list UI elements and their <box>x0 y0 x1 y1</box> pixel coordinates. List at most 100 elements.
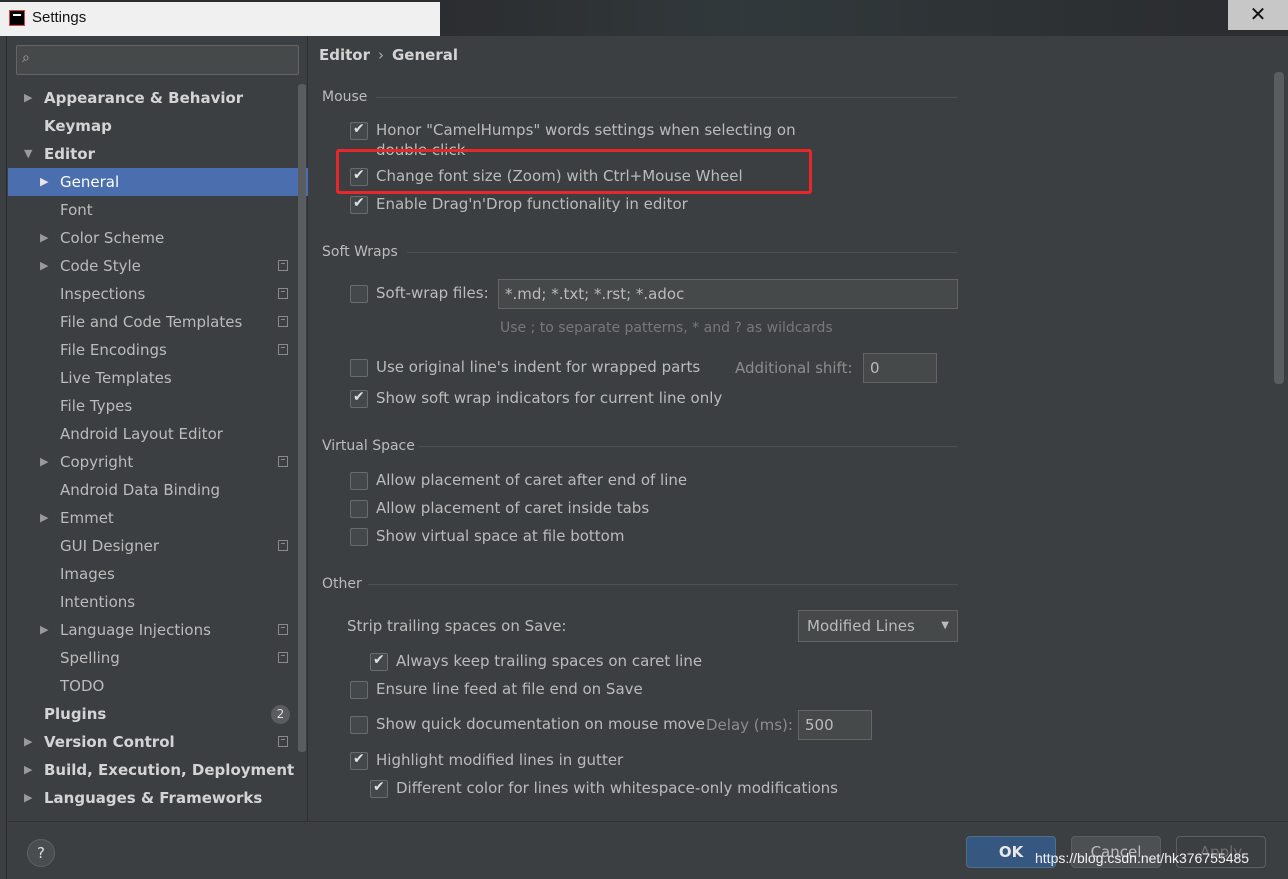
caret-inside-tabs-checkbox[interactable] <box>350 500 368 518</box>
sidebar-item-intentions[interactable]: Intentions <box>8 588 308 616</box>
sidebar-item-label: Android Layout Editor <box>60 425 223 443</box>
sidebar-item-todo[interactable]: TODO <box>8 672 308 700</box>
quick-doc-checkbox[interactable] <box>350 716 368 734</box>
sidebar-item-build-execution-deployment[interactable]: ▶ Build, Execution, Deployment <box>8 756 308 784</box>
help-button[interactable]: ? <box>27 839 55 867</box>
sidebar-item-label: Images <box>60 565 115 583</box>
sidebar-item-code-style[interactable]: ▶ Code Style <box>8 252 308 280</box>
additional-shift-input[interactable]: 0 <box>863 353 937 383</box>
sidebar-item-plugins[interactable]: Plugins 2 <box>8 700 308 728</box>
expand-right-icon[interactable]: ▶ <box>24 784 32 812</box>
caret-after-end-checkbox[interactable] <box>350 472 368 490</box>
sidebar-item-label: Live Templates <box>60 369 172 387</box>
breadcrumb: Editor › General <box>319 46 458 64</box>
sidebar-item-label: Keymap <box>44 117 112 135</box>
quick-doc-label: Show quick documentation on mouse move <box>376 715 705 733</box>
sidebar-item-general[interactable]: ▶ General <box>8 168 308 196</box>
section-divider <box>376 97 958 98</box>
keep-trailing-label: Always keep trailing spaces on caret lin… <box>396 652 703 670</box>
sidebar-item-label: Build, Execution, Deployment <box>44 761 295 779</box>
sidebar-item-android-layout-editor[interactable]: Android Layout Editor <box>8 420 308 448</box>
virtual-space-bottom-label: Show virtual space at file bottom <box>376 527 625 545</box>
project-scope-icon <box>278 736 288 747</box>
expand-right-icon[interactable]: ▶ <box>40 448 48 476</box>
virtual-space-bottom-checkbox[interactable] <box>350 528 368 546</box>
project-scope-icon <box>278 316 288 327</box>
sidebar-item-label: Font <box>60 201 93 219</box>
sidebar-item-emmet[interactable]: ▶ Emmet <box>8 504 308 532</box>
line-feed-checkbox[interactable] <box>350 681 368 699</box>
strip-trailing-label: Strip trailing spaces on Save: <box>347 617 567 635</box>
original-indent-label: Use original line's indent for wrapped p… <box>376 358 701 376</box>
whitespace-color-checkbox[interactable] <box>370 779 388 798</box>
expand-right-icon[interactable]: ▶ <box>24 84 32 112</box>
honor-camelhumps-label: Honor "CamelHumps" words settings when s… <box>376 121 796 139</box>
breadcrumb-parent[interactable]: Editor <box>319 46 370 64</box>
sidebar-scrollbar[interactable] <box>298 84 306 752</box>
section-title-virtual-space: Virtual Space <box>322 438 415 454</box>
expand-right-icon[interactable]: ▶ <box>40 168 48 196</box>
sidebar-item-label: Emmet <box>60 509 114 527</box>
sidebar-item-font[interactable]: Font <box>8 196 308 224</box>
titlebar-background-deco <box>440 0 1200 36</box>
honor-camelhumps-checkbox[interactable] <box>350 121 368 140</box>
drag-drop-label: Enable Drag'n'Drop functionality in edit… <box>376 195 688 213</box>
project-scope-icon <box>278 260 288 271</box>
main-scrollbar[interactable] <box>1274 72 1284 384</box>
sidebar-item-copyright[interactable]: ▶ Copyright <box>8 448 308 476</box>
project-scope-icon <box>278 652 288 663</box>
delay-input[interactable]: 500 <box>798 710 872 740</box>
settings-search-input[interactable]: ⌕ <box>16 45 299 75</box>
sidebar-item-label: Copyright <box>60 453 134 471</box>
sidebar-item-color-scheme[interactable]: ▶ Color Scheme <box>8 224 308 252</box>
delay-label: Delay (ms): <box>706 716 793 734</box>
sidebar-item-editor[interactable]: ▼ Editor <box>8 140 308 168</box>
breadcrumb-current: General <box>392 46 458 64</box>
soft-wrap-indicators-checkbox[interactable] <box>350 389 368 408</box>
expand-right-icon[interactable]: ▶ <box>24 756 32 784</box>
sidebar-item-languages-frameworks[interactable]: ▶ Languages & Frameworks <box>8 784 308 812</box>
sidebar-item-gui-designer[interactable]: GUI Designer <box>8 532 308 560</box>
highlight-modified-checkbox[interactable] <box>350 751 368 770</box>
sidebar-item-images[interactable]: Images <box>8 560 308 588</box>
sidebar-item-label: File Types <box>60 397 133 415</box>
sidebar-item-appearance-behavior[interactable]: ▶ Appearance & Behavior <box>8 84 308 112</box>
expand-down-icon[interactable]: ▼ <box>24 140 32 168</box>
keep-trailing-checkbox[interactable] <box>370 652 388 671</box>
strip-trailing-select[interactable]: Modified Lines ▼ <box>798 610 958 642</box>
original-indent-checkbox[interactable] <box>350 359 368 377</box>
sidebar-item-spelling[interactable]: Spelling <box>8 644 308 672</box>
soft-wrap-indicators-label: Show soft wrap indicators for current li… <box>376 389 723 407</box>
sidebar-item-version-control[interactable]: ▶ Version Control <box>8 728 308 756</box>
expand-right-icon[interactable]: ▶ <box>40 224 48 252</box>
window-title: Settings <box>32 9 87 26</box>
sidebar-item-file-encodings[interactable]: File Encodings <box>8 336 308 364</box>
section-title-mouse: Mouse <box>322 89 368 105</box>
soft-wrap-patterns-input[interactable]: *.md; *.txt; *.rst; *.adoc <box>498 279 958 309</box>
sidebar-item-file-types[interactable]: File Types <box>8 392 308 420</box>
drag-drop-checkbox[interactable] <box>350 195 368 214</box>
sidebar-item-keymap[interactable]: Keymap <box>8 112 308 140</box>
sidebar-item-label: Appearance & Behavior <box>44 89 244 107</box>
additional-shift-label: Additional shift: <box>735 359 853 377</box>
window-titlebar: Settings ✕ <box>0 0 1288 36</box>
expand-right-icon[interactable]: ▶ <box>40 504 48 532</box>
sidebar-item-live-templates[interactable]: Live Templates <box>8 364 308 392</box>
sidebar-item-label: Code Style <box>60 257 141 275</box>
project-scope-icon <box>278 288 288 299</box>
expand-right-icon[interactable]: ▶ <box>40 616 48 644</box>
watermark-text: https://blog.csdn.net/hk376755485 <box>1035 850 1250 866</box>
sidebar-item-android-data-binding[interactable]: Android Data Binding <box>8 476 308 504</box>
section-title-soft-wraps: Soft Wraps <box>322 244 398 260</box>
sidebar-item-file-and-code-templates[interactable]: File and Code Templates <box>8 308 308 336</box>
close-window-button[interactable]: ✕ <box>1228 0 1288 30</box>
soft-wrap-files-checkbox[interactable] <box>350 285 368 303</box>
project-scope-icon <box>278 540 288 551</box>
caret-after-end-label: Allow placement of caret after end of li… <box>376 471 688 489</box>
expand-right-icon[interactable]: ▶ <box>24 728 32 756</box>
sidebar-item-label: Android Data Binding <box>60 481 221 499</box>
breadcrumb-separator: › <box>378 46 384 64</box>
expand-right-icon[interactable]: ▶ <box>40 252 48 280</box>
sidebar-item-inspections[interactable]: Inspections <box>8 280 308 308</box>
sidebar-item-language-injections[interactable]: ▶ Language Injections <box>8 616 308 644</box>
